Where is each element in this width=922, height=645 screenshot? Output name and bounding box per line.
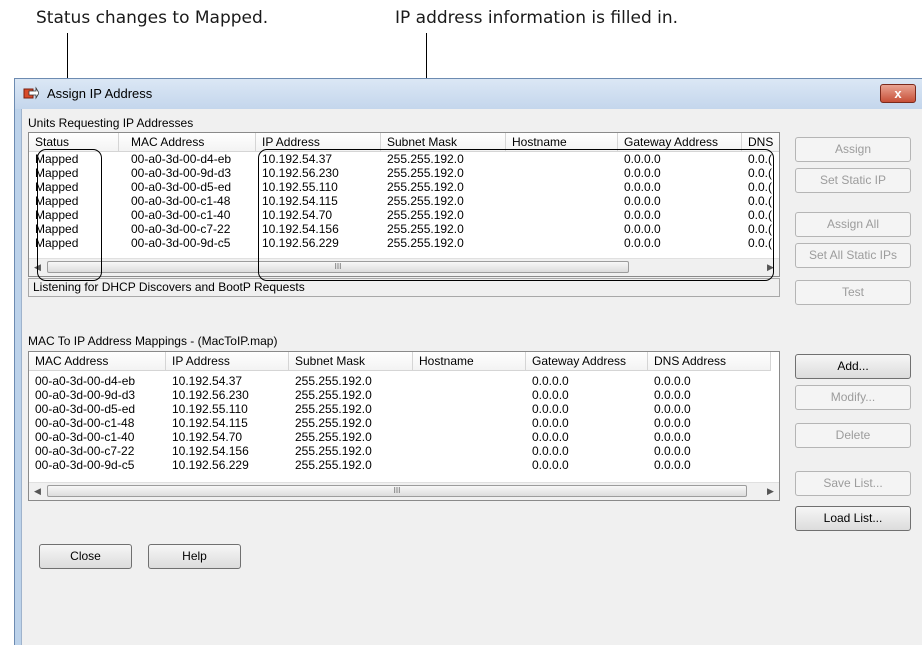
set-all-static-ips-button[interactable]: Set All Static IPs xyxy=(795,243,911,268)
table-row[interactable]: 00-a0-3d-00-d5-ed 10.192.55.110 255.255.19… xyxy=(29,402,771,416)
mappings-label: MAC To IP Address Mappings - (MacToIP.ma… xyxy=(28,334,278,348)
table-cell: 10.192.54.156 xyxy=(172,444,249,458)
col-map-hostname[interactable]: Hostname xyxy=(413,352,526,370)
table-cell: 255.255.192.0 xyxy=(295,374,372,388)
table-cell: 10.192.54.37 xyxy=(172,374,243,388)
load-list-button[interactable]: Load List... xyxy=(795,506,911,531)
mappings-hscrollbar[interactable]: ◀ III ▶ xyxy=(29,482,779,500)
table-cell: 00-a0-3d-00-9d-c5 xyxy=(35,458,135,472)
col-map-dns[interactable]: DNS Address xyxy=(648,352,771,370)
table-cell xyxy=(413,444,526,458)
table-cell: 10.192.54.115 xyxy=(172,416,248,430)
table-cell xyxy=(413,388,526,402)
table-cell: 255.255.192.0 xyxy=(295,458,372,472)
save-list-button[interactable]: Save List... xyxy=(795,471,911,496)
window-title: Assign IP Address xyxy=(47,86,153,101)
table-row[interactable]: 00-a0-3d-00-c1-40 10.192.54.70 255.255.192… xyxy=(29,430,771,444)
table-cell: 255.255.192.0 xyxy=(295,444,372,458)
table-row[interactable]: 00-a0-3d-00-c1-48 10.192.54.115 255.255.19… xyxy=(29,416,771,430)
test-button[interactable]: Test xyxy=(795,280,911,305)
table-cell: 00-a0-3d-00-d5-ed xyxy=(131,180,232,194)
table-cell: 00-a0-3d-00-c1-40 xyxy=(35,430,135,444)
table-cell: 0.0.0.0 xyxy=(532,402,569,416)
col-map-ip[interactable]: IP Address xyxy=(166,352,289,370)
table-cell: 0.0.0.0 xyxy=(532,416,569,430)
window-close-button[interactable]: x xyxy=(880,84,916,103)
help-button[interactable]: Help xyxy=(148,544,241,569)
table-cell: 0.0.0.0 xyxy=(532,374,569,388)
close-button[interactable]: Close xyxy=(39,544,132,569)
assign-all-button[interactable]: Assign All xyxy=(795,212,911,237)
status-callout: Status changes to Mapped. xyxy=(36,8,269,28)
table-cell: 10.192.56.229 xyxy=(172,458,249,472)
table-cell xyxy=(413,416,526,430)
table-row[interactable]: 00-a0-3d-00-9d-c5 10.192.56.229 255.255.19… xyxy=(29,458,771,472)
table-cell: 0.0.0.0 xyxy=(532,388,569,402)
delete-button[interactable]: Delete xyxy=(795,423,911,448)
scroll-left-icon[interactable]: ◀ xyxy=(29,483,46,500)
table-cell: 0.0.0.0 xyxy=(532,430,569,444)
table-cell: 0.0.0.0 xyxy=(654,388,691,402)
table-cell: 00-a0-3d-00-c7-22 xyxy=(131,222,231,236)
col-map-mac[interactable]: MAC Address xyxy=(29,352,166,370)
table-cell: 10.192.56.230 xyxy=(172,388,249,402)
table-cell: 255.255.192.0 xyxy=(295,388,372,402)
col-map-gateway[interactable]: Gateway Address xyxy=(526,352,648,370)
table-row[interactable]: 00-a0-3d-00-d4-eb 10.192.54.37 255.255.192… xyxy=(29,374,771,388)
table-cell xyxy=(413,402,526,416)
assign-button[interactable]: Assign xyxy=(795,137,911,162)
table-cell: 00-a0-3d-00-d5-ed xyxy=(35,402,136,416)
col-map-subnet[interactable]: Subnet Mask xyxy=(289,352,413,370)
table-cell: 0.0.0.0 xyxy=(654,444,691,458)
scroll-right-icon[interactable]: ▶ xyxy=(762,483,779,500)
table-cell: 0.0.0.0 xyxy=(532,444,569,458)
table-cell: 255.255.192.0 xyxy=(295,430,372,444)
network-arrow-icon xyxy=(23,86,39,100)
table-cell: 0.0.0.0 xyxy=(532,458,569,472)
table-cell xyxy=(413,374,526,388)
col-mac[interactable]: MAC Address xyxy=(119,133,256,151)
ip-info-highlight-box xyxy=(258,149,774,281)
table-cell: 0.0.0.0 xyxy=(654,430,691,444)
table-cell: 255.255.192.0 xyxy=(295,416,372,430)
table-cell: 0.0.0.0 xyxy=(654,458,691,472)
table-cell: 00-a0-3d-00-d4-eb xyxy=(35,374,136,388)
scroll-thumb[interactable]: III xyxy=(47,485,747,497)
add-button[interactable]: Add... xyxy=(795,354,911,379)
table-cell: 00-a0-3d-00-c1-48 xyxy=(35,416,135,430)
table-cell: 00-a0-3d-00-9d-c5 xyxy=(131,236,231,250)
mappings-header: MAC Address IP Address Subnet Mask Hostn… xyxy=(29,352,771,371)
mappings-list[interactable]: MAC Address IP Address Subnet Mask Hostn… xyxy=(28,351,780,501)
title-bar[interactable]: Assign IP Address x xyxy=(15,79,922,109)
table-cell: 0.0.0.0 xyxy=(654,402,691,416)
table-cell: 255.255.192.0 xyxy=(295,402,372,416)
set-static-ip-button[interactable]: Set Static IP xyxy=(795,168,911,193)
modify-button[interactable]: Modify... xyxy=(795,385,911,410)
table-cell: 00-a0-3d-00-c1-48 xyxy=(131,194,231,208)
table-cell: 00-a0-3d-00-c7-22 xyxy=(35,444,135,458)
table-cell: 00-a0-3d-00-c1-40 xyxy=(131,208,231,222)
table-cell: 00-a0-3d-00-9d-d3 xyxy=(131,166,232,180)
table-row[interactable]: 00-a0-3d-00-9d-d3 10.192.56.230 255.255.19… xyxy=(29,388,771,402)
table-cell xyxy=(413,430,526,444)
table-cell: 10.192.55.110 xyxy=(172,402,248,416)
mappings-body: 00-a0-3d-00-d4-eb 10.192.54.37 255.255.192… xyxy=(29,374,771,472)
table-cell: 00-a0-3d-00-9d-d3 xyxy=(35,388,136,402)
table-cell: 0.0.0.0 xyxy=(654,374,691,388)
table-cell: 00-a0-3d-00-d4-eb xyxy=(131,152,232,166)
table-cell: 10.192.54.70 xyxy=(172,430,243,444)
table-cell: 0.0.0.0 xyxy=(654,416,691,430)
table-row[interactable]: 00-a0-3d-00-c7-22 10.192.54.156 255.255.19… xyxy=(29,444,771,458)
status-highlight-box xyxy=(37,149,102,281)
table-cell xyxy=(413,458,526,472)
ip-callout: IP address information is filled in. xyxy=(395,8,679,28)
requests-label: Units Requesting IP Addresses xyxy=(28,116,194,130)
